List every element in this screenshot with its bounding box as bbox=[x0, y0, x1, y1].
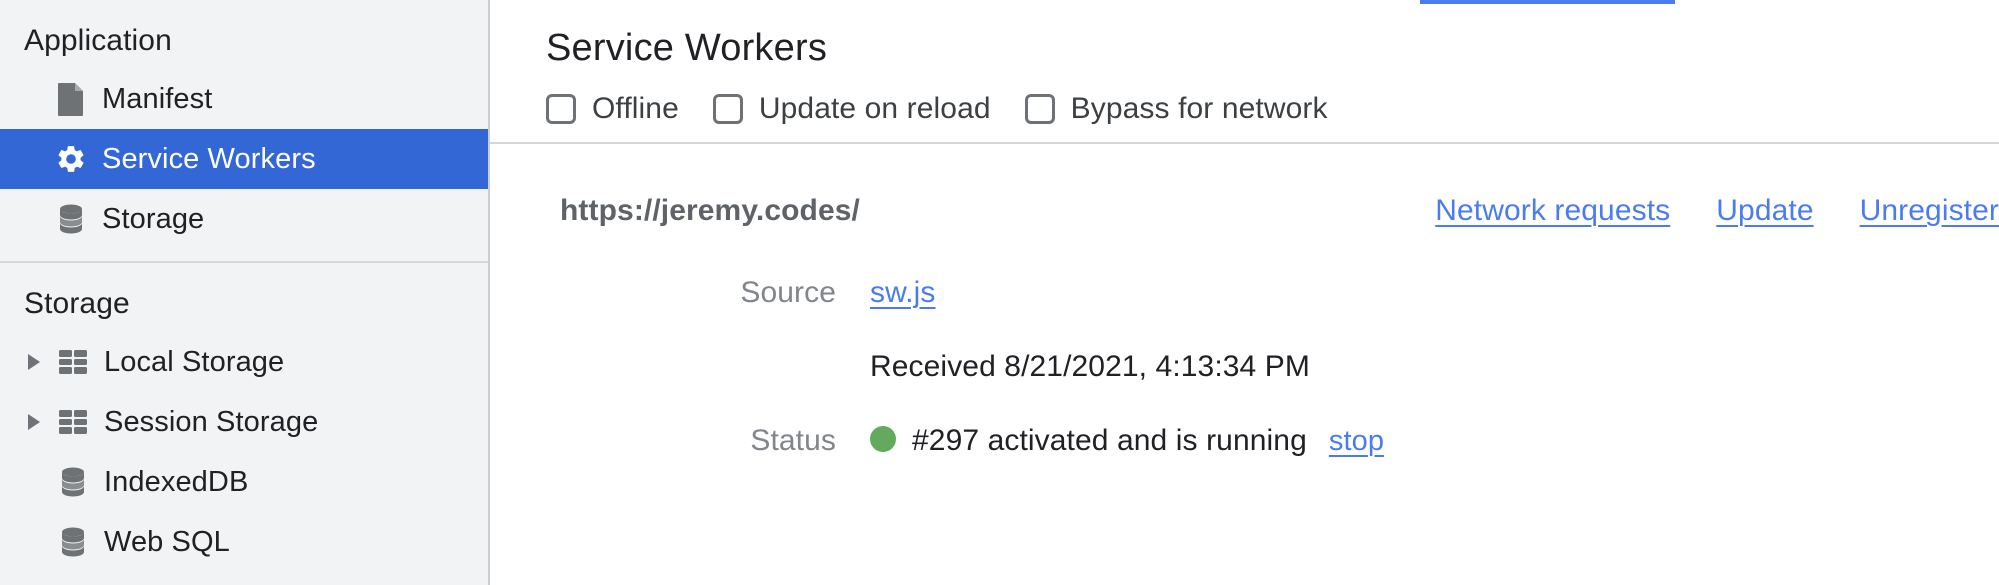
sidebar-section-header-application: Application bbox=[24, 24, 172, 57]
received-row: Received 8/21/2021, 4:13:34 PM bbox=[490, 350, 1999, 384]
sidebar-item-manifest[interactable]: Manifest bbox=[0, 69, 488, 129]
sidebar: Application Manifest Service Workers Sto… bbox=[0, 0, 490, 585]
devtools-application-panel: Application Manifest Service Workers Sto… bbox=[0, 0, 1999, 585]
status-text: #297 activated and is running bbox=[912, 423, 1307, 457]
source-row: Source sw.js bbox=[490, 276, 1999, 310]
database-icon bbox=[54, 201, 88, 237]
main-content: Service Workers Offline Update on reload… bbox=[490, 0, 1999, 585]
sidebar-item-label: Local Storage bbox=[104, 345, 285, 378]
sidebar-section-storage: Storage Local Storage Session Storage In… bbox=[0, 263, 488, 572]
chevron-right-icon[interactable] bbox=[28, 414, 54, 430]
database-icon bbox=[56, 524, 90, 560]
sidebar-item-label: Manifest bbox=[102, 82, 213, 115]
sidebar-section-application: Application Manifest Service Workers Sto… bbox=[0, 0, 488, 249]
offline-checkbox-label: Offline bbox=[592, 91, 679, 125]
sidebar-item-label: Storage bbox=[102, 202, 205, 235]
status-value: #297 activated and is running stop bbox=[870, 424, 1384, 458]
update-on-reload-checkbox-group[interactable]: Update on reload bbox=[712, 91, 991, 126]
service-worker-registration: https://jeremy.codes/ Network requests U… bbox=[490, 144, 1999, 458]
registration-scope-url: https://jeremy.codes/ bbox=[560, 193, 860, 227]
registration-header-row: https://jeremy.codes/ Network requests U… bbox=[490, 186, 1999, 236]
sidebar-item-indexeddb[interactable]: IndexedDB bbox=[0, 452, 488, 512]
document-icon bbox=[54, 81, 88, 117]
sidebar-item-label: Service Workers bbox=[102, 142, 316, 175]
update-on-reload-checkbox-label: Update on reload bbox=[758, 91, 991, 125]
sidebar-item-label: Web SQL bbox=[104, 525, 230, 558]
sidebar-item-label: Session Storage bbox=[104, 405, 319, 438]
stop-link[interactable]: stop bbox=[1329, 425, 1384, 458]
sidebar-item-storage[interactable]: Storage bbox=[0, 189, 488, 249]
sidebar-item-label: IndexedDB bbox=[104, 465, 249, 498]
sidebar-item-web-sql[interactable]: Web SQL bbox=[0, 512, 488, 572]
sidebar-item-session-storage[interactable]: Session Storage bbox=[0, 392, 488, 452]
table-icon bbox=[56, 404, 90, 440]
gear-icon bbox=[54, 141, 88, 177]
page-title: Service Workers bbox=[546, 27, 828, 69]
source-file-link[interactable]: sw.js bbox=[870, 276, 936, 310]
registration-actions: Network requests Update Unregister bbox=[1435, 194, 1999, 228]
table-icon bbox=[56, 344, 90, 380]
status-label: Status bbox=[750, 423, 836, 457]
sidebar-section-header-storage: Storage bbox=[24, 287, 130, 320]
source-label: Source bbox=[740, 275, 836, 309]
top-cutoff-link-underline[interactable] bbox=[1420, 0, 1675, 4]
update-on-reload-checkbox[interactable] bbox=[712, 93, 743, 124]
service-worker-options-row: Offline Update on reload Bypass for netw… bbox=[490, 70, 1999, 126]
chevron-right-icon[interactable] bbox=[28, 354, 54, 370]
sidebar-item-local-storage[interactable]: Local Storage bbox=[0, 332, 488, 392]
source-value: sw.js bbox=[870, 276, 936, 310]
bypass-for-network-checkbox-label: Bypass for network bbox=[1070, 91, 1328, 125]
network-requests-link[interactable]: Network requests bbox=[1435, 194, 1670, 228]
unregister-link[interactable]: Unregister bbox=[1860, 194, 1999, 228]
bypass-for-network-checkbox-group[interactable]: Bypass for network bbox=[1024, 91, 1328, 126]
database-icon bbox=[56, 464, 90, 500]
bypass-for-network-checkbox[interactable] bbox=[1024, 93, 1055, 124]
received-timestamp: Received 8/21/2021, 4:13:34 PM bbox=[870, 349, 1310, 383]
offline-checkbox-group[interactable]: Offline bbox=[546, 92, 679, 126]
sidebar-item-service-workers[interactable]: Service Workers bbox=[0, 129, 488, 189]
offline-checkbox[interactable] bbox=[546, 93, 576, 124]
status-indicator-dot bbox=[870, 425, 896, 452]
update-link[interactable]: Update bbox=[1716, 194, 1813, 228]
status-row: Status #297 activated and is running sto… bbox=[490, 424, 1999, 458]
